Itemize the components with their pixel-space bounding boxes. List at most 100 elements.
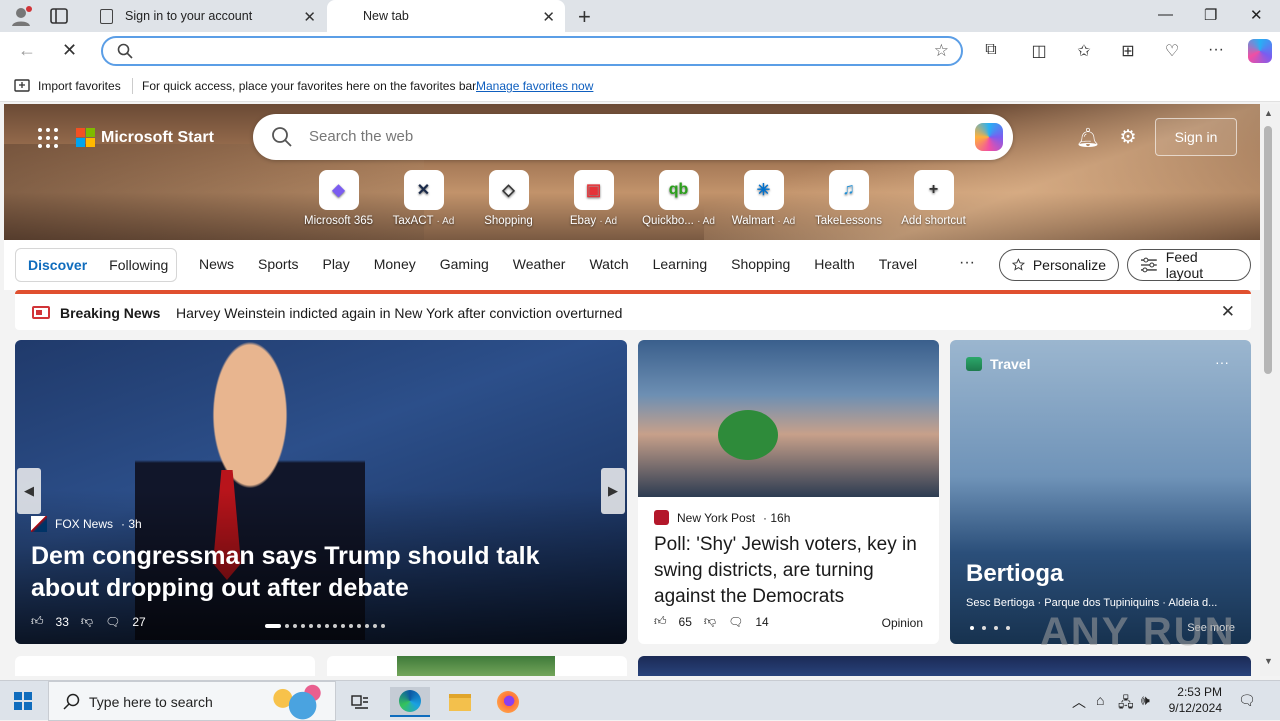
web-search-input[interactable]: Search the web bbox=[253, 114, 1013, 160]
tab-label: New tab bbox=[363, 9, 409, 23]
close-window-icon[interactable]: ✕ bbox=[1250, 6, 1263, 24]
sparkle-star-icon bbox=[1012, 258, 1025, 271]
like-icon[interactable]: 👍︎ bbox=[31, 614, 44, 629]
scroll-up-icon[interactable]: ▲ bbox=[1264, 108, 1273, 118]
carousel-next-icon[interactable]: ▶ bbox=[601, 468, 625, 514]
shortcut-tile[interactable]: ◇ Shopping bbox=[466, 170, 551, 227]
edge-taskbar-icon[interactable] bbox=[390, 687, 430, 717]
shortcut-tile[interactable]: ▣ Ebay · Ad bbox=[551, 170, 636, 227]
nav-item-play[interactable]: Play bbox=[322, 256, 349, 272]
stop-loading-icon[interactable]: ✕ bbox=[62, 40, 77, 61]
firefox-icon[interactable] bbox=[488, 687, 528, 717]
feed-card-partial[interactable] bbox=[327, 656, 627, 676]
shortcut-tile[interactable]: qb Quickbo... · Ad bbox=[636, 170, 721, 227]
shortcut-tile[interactable]: ♫ TakeLessons bbox=[806, 170, 891, 227]
travel-title[interactable]: Bertioga bbox=[966, 560, 1063, 588]
nav-item-gaming[interactable]: Gaming bbox=[440, 256, 489, 272]
close-tab-icon[interactable]: ✕ bbox=[542, 8, 555, 26]
page-scrollbar[interactable]: ▲ ▼ bbox=[1260, 104, 1280, 676]
task-view-icon[interactable] bbox=[340, 687, 380, 717]
close-icon[interactable]: ✕ bbox=[1221, 302, 1235, 322]
manage-favorites-link[interactable]: Manage favorites now bbox=[476, 79, 593, 93]
taskbar-search-input[interactable]: Type here to search bbox=[48, 681, 336, 721]
nav-item-travel[interactable]: Travel bbox=[879, 256, 917, 272]
back-icon[interactable]: ← bbox=[18, 40, 36, 61]
split-screen-icon[interactable]: ◫ bbox=[1029, 41, 1049, 61]
app-launcher-icon[interactable] bbox=[38, 128, 58, 148]
import-favorites-button[interactable]: Import favorites bbox=[14, 79, 121, 93]
favorite-star-icon[interactable]: ☆ bbox=[934, 41, 949, 61]
nav-item-weather[interactable]: Weather bbox=[513, 256, 566, 272]
file-explorer-icon[interactable] bbox=[440, 687, 480, 717]
top-story-card[interactable]: ◀ ▶ FOX News · 3h Dem congressman says T… bbox=[15, 340, 627, 644]
scroll-down-icon[interactable]: ▼ bbox=[1264, 656, 1273, 666]
start-windows-icon[interactable] bbox=[14, 692, 32, 710]
taxact-icon: ✕ bbox=[403, 170, 444, 210]
more-categories-icon[interactable]: ··· bbox=[959, 254, 975, 272]
copilot-icon[interactable] bbox=[1248, 39, 1272, 63]
carousel-prev-icon[interactable]: ◀ bbox=[17, 468, 41, 514]
shortcut-tile[interactable]: ✳ Walmart · Ad bbox=[721, 170, 806, 227]
clock[interactable]: 2:53 PM 9/12/2024 bbox=[1160, 684, 1222, 716]
dislike-icon[interactable]: 👎︎ bbox=[704, 614, 716, 629]
copilot-icon[interactable] bbox=[975, 123, 1003, 151]
notifications-bell-icon[interactable]: 🔔︎ bbox=[1076, 126, 1100, 150]
close-tab-icon[interactable]: ✕ bbox=[303, 8, 316, 26]
shortcut-tile[interactable]: + Add shortcut bbox=[891, 170, 976, 227]
microsoft-start-logo[interactable]: Microsoft Start bbox=[76, 128, 214, 147]
sign-in-button[interactable]: Sign in bbox=[1155, 118, 1237, 156]
travel-card[interactable]: Travel ··· Bertioga Sesc Bertioga · Parq… bbox=[950, 340, 1251, 644]
feed-card-partial[interactable] bbox=[15, 656, 315, 676]
story-title[interactable]: Poll: 'Shy' Jewish voters, key in swing … bbox=[654, 532, 934, 610]
show-hidden-icons-icon[interactable]: ︿ bbox=[1072, 692, 1086, 712]
extensions-icon[interactable]: ⧉ bbox=[981, 41, 1001, 61]
feed-navigation: Discover Following News Sports Play Money Ga… bbox=[4, 240, 1260, 290]
volume-icon[interactable]: 🕪︎ bbox=[1141, 692, 1150, 709]
search-icon bbox=[272, 127, 292, 147]
tab-discover[interactable]: Discover bbox=[16, 257, 87, 273]
tab-following[interactable]: Following bbox=[87, 257, 168, 273]
shortcut-tile[interactable]: ✕ TaxACT · Ad bbox=[381, 170, 466, 227]
shortcut-name: Ebay bbox=[569, 215, 597, 227]
nav-item-learning[interactable]: Learning bbox=[653, 256, 708, 272]
dislike-icon[interactable]: 👎︎ bbox=[81, 614, 93, 629]
feed-card-partial[interactable] bbox=[638, 656, 1251, 676]
story-title[interactable]: Dem congressman says Trump should talk a… bbox=[31, 540, 611, 604]
personalize-button[interactable]: Personalize bbox=[999, 249, 1119, 281]
notifications-icon[interactable]: 🗨︎ bbox=[1238, 692, 1256, 709]
comment-icon[interactable]: 🗨︎ bbox=[105, 615, 120, 629]
like-icon[interactable]: 👍︎ bbox=[654, 614, 667, 629]
tab-actions-icon[interactable] bbox=[50, 7, 68, 25]
settings-gear-icon[interactable]: ⚙ bbox=[1116, 126, 1140, 150]
device-icon[interactable]: ⌂ bbox=[1096, 692, 1104, 708]
scrollbar-thumb[interactable] bbox=[1264, 126, 1272, 374]
address-input[interactable]: ☆ bbox=[101, 36, 963, 66]
browser-essentials-icon[interactable]: ♡ bbox=[1162, 41, 1182, 61]
more-options-icon[interactable]: ··· bbox=[1215, 354, 1229, 370]
restore-icon[interactable]: ❐ bbox=[1204, 6, 1217, 24]
tab-new-tab[interactable]: New tab ✕ bbox=[327, 0, 565, 32]
nav-item-health[interactable]: Health bbox=[814, 256, 854, 272]
shortcut-name: TaxACT bbox=[392, 215, 434, 227]
favorites-icon[interactable]: ✩ bbox=[1074, 41, 1094, 61]
opinion-tag: Opinion bbox=[881, 616, 923, 630]
tab-sign-in[interactable]: Sign in to your account ✕ bbox=[88, 0, 326, 32]
minimize-icon[interactable]: — bbox=[1158, 6, 1173, 23]
new-tab-button[interactable]: + bbox=[578, 4, 591, 30]
poll-story-card[interactable]: New York Post · 16h Poll: 'Shy' Jewish v… bbox=[638, 340, 939, 644]
nav-item-sports[interactable]: Sports bbox=[258, 256, 298, 272]
breaking-news-headline[interactable]: Harvey Weinstein indicted again in New Y… bbox=[176, 305, 622, 321]
nav-item-money[interactable]: Money bbox=[374, 256, 416, 272]
nav-item-shopping[interactable]: Shopping bbox=[731, 256, 790, 272]
collections-icon[interactable]: ⊞ bbox=[1118, 41, 1138, 61]
category-list: News Sports Play Money Gaming Weather Watch Lea… bbox=[199, 256, 941, 272]
nav-item-news[interactable]: News bbox=[199, 256, 234, 272]
feed-layout-button[interactable]: Feed layout bbox=[1127, 249, 1251, 281]
settings-more-icon[interactable]: ··· bbox=[1206, 41, 1226, 61]
breaking-news-banner[interactable]: Breaking News Harvey Weinstein indicted … bbox=[15, 290, 1251, 330]
comment-icon[interactable]: 🗨︎ bbox=[728, 615, 743, 629]
shortcut-tile[interactable]: ◆ Microsoft 365 bbox=[296, 170, 381, 227]
profile-icon[interactable] bbox=[10, 6, 32, 26]
nav-item-watch[interactable]: Watch bbox=[589, 256, 628, 272]
network-icon[interactable]: 🖧︎ bbox=[1118, 692, 1134, 716]
